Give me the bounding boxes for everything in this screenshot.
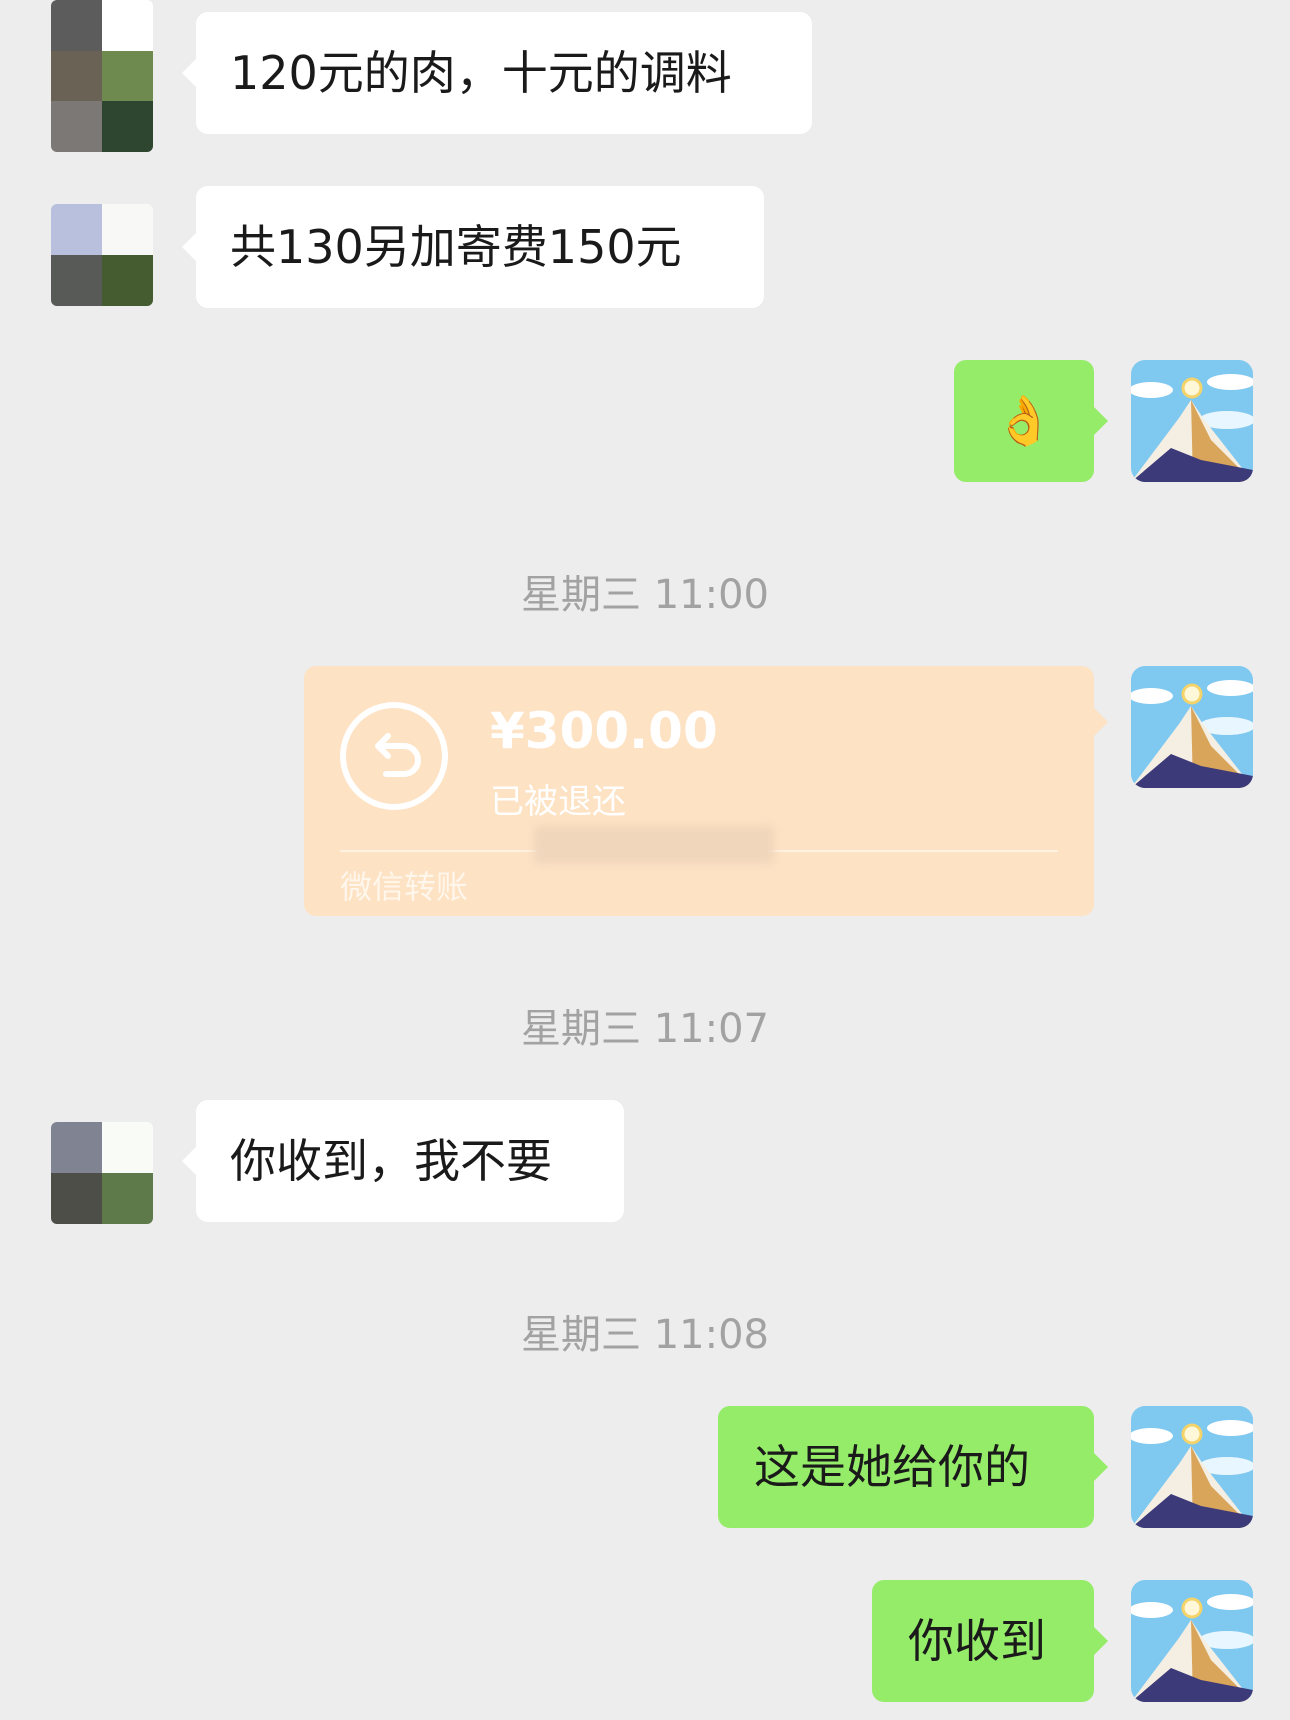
my-avatar[interactable] <box>1131 1580 1253 1702</box>
contact-avatar[interactable] <box>51 1122 153 1224</box>
message-bubble-outgoing[interactable]: 这是她给你的 <box>718 1406 1108 1528</box>
my-avatar[interactable] <box>1131 1406 1253 1528</box>
timestamp: 星期三 11:08 <box>521 1312 769 1358</box>
message-text: 你收到 <box>908 1614 1046 1668</box>
contact-avatar[interactable] <box>51 0 153 152</box>
message-text: 你收到，我不要 <box>230 1134 552 1188</box>
my-avatar[interactable] <box>1131 666 1253 788</box>
timestamp: 星期三 11:00 <box>521 572 769 618</box>
my-avatar[interactable] <box>1131 360 1253 482</box>
message-bubble-incoming[interactable]: 你收到，我不要 <box>182 1100 624 1222</box>
message-bubble-incoming[interactable]: 共130另加寄费150元 <box>182 186 764 308</box>
blurred-region <box>534 826 774 864</box>
message-bubble-incoming[interactable]: 120元的肉，十元的调料 <box>182 12 812 134</box>
ok-hand-emoji: 👌 <box>994 393 1054 449</box>
message-bubble-outgoing[interactable]: 👌 <box>954 360 1108 482</box>
message-text: 120元的肉，十元的调料 <box>230 46 732 100</box>
timestamp: 星期三 11:07 <box>521 1006 769 1052</box>
message-text: 这是她给你的 <box>754 1440 1030 1494</box>
transfer-label: 微信转账 <box>340 868 469 906</box>
message-text: 共130另加寄费150元 <box>230 220 682 274</box>
transfer-card[interactable]: ¥300.00 已被退还 微信转账 <box>304 666 1108 916</box>
contact-avatar[interactable] <box>51 204 153 306</box>
refund-arrow-icon <box>340 702 448 810</box>
transfer-status: 已被退还 <box>490 782 626 822</box>
transfer-amount: ¥300.00 <box>490 702 718 760</box>
message-bubble-outgoing[interactable]: 你收到 <box>872 1580 1108 1702</box>
